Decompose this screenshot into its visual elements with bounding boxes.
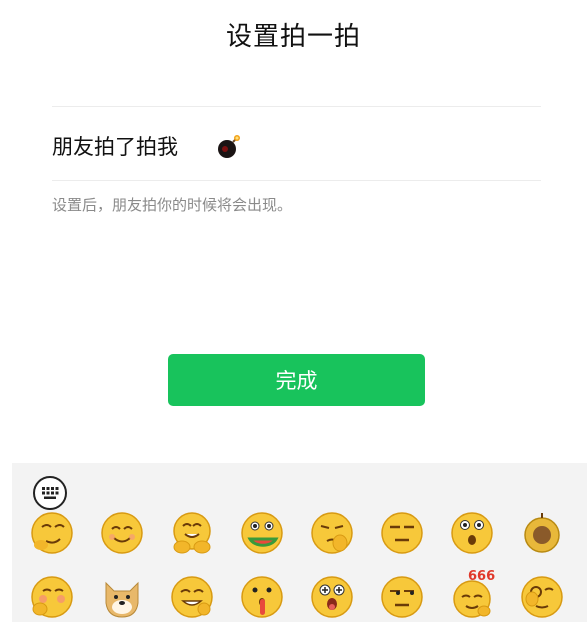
page-title: 设置拍一拍 [225, 22, 361, 52]
hint-text: 设置后，朋友拍你的时候将会出现。 [52, 196, 293, 214]
smile-icon[interactable] [100, 511, 144, 555]
surprised-icon[interactable] [450, 511, 494, 555]
done-button[interactable]: 完成 [168, 354, 425, 406]
pat-setting-label: 朋友拍了拍我 [52, 135, 178, 159]
unamused-icon[interactable] [380, 511, 424, 555]
shy-icon[interactable] [30, 575, 74, 619]
bomb-icon [216, 134, 242, 160]
pat-setting-row[interactable]: 朋友拍了拍我 [52, 126, 541, 166]
bomb-icon[interactable] [520, 511, 564, 555]
ok-icon[interactable] [520, 575, 564, 619]
facepalm-icon[interactable] [310, 511, 354, 555]
doge-icon[interactable] [100, 575, 144, 619]
drool-icon[interactable] [310, 575, 354, 619]
smirk-icon[interactable] [30, 511, 74, 555]
sidelong-icon[interactable] [380, 575, 424, 619]
shh-icon[interactable] [240, 575, 284, 619]
screen: 设置拍一拍 朋友拍了拍我 设置后，朋友拍你的时候将会出现。 完成 666 [0, 0, 587, 622]
divider-top [52, 106, 541, 107]
emoji-panel: 666 [12, 463, 587, 622]
grin-icon[interactable] [170, 575, 214, 619]
eating-watermelon-icon[interactable] [240, 511, 284, 555]
666-badge: 666 [468, 569, 496, 584]
emoji-grid: 666 [12, 463, 587, 622]
divider-mid [52, 180, 541, 181]
clap-icon[interactable] [170, 511, 214, 555]
